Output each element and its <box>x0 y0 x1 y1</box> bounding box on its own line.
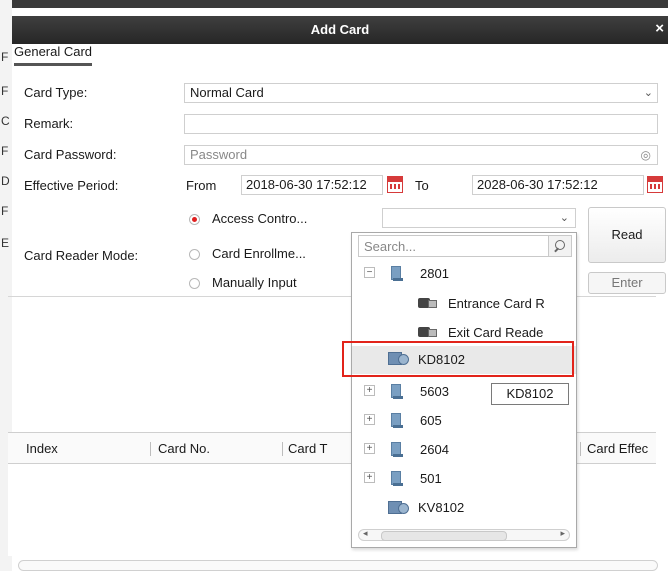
device-icon <box>389 383 403 399</box>
tree-node-501[interactable]: + 501 <box>352 466 576 492</box>
background-text: E <box>1 236 10 250</box>
background-window-bar <box>0 0 668 8</box>
close-icon[interactable]: × <box>655 20 664 37</box>
dialog-title: Add Card <box>310 22 370 37</box>
effective-period-label: Effective Period: <box>24 178 119 193</box>
expand-icon[interactable]: + <box>364 385 375 396</box>
to-date-input[interactable]: 2028-06-30 17:52:12 <box>472 175 644 195</box>
card-type-select[interactable]: Normal Card ⌄ <box>184 83 658 103</box>
tree-node-label: 605 <box>420 413 442 428</box>
device-icon <box>389 441 403 457</box>
tree-node-entrance-card-reader[interactable]: Entrance Card R <box>352 291 576 317</box>
column-card-no[interactable]: Card No. <box>158 441 210 456</box>
search-button[interactable] <box>548 236 571 256</box>
expand-icon[interactable]: + <box>364 414 375 425</box>
calendar-icon[interactable] <box>646 175 664 193</box>
access-controller-icon <box>388 500 409 514</box>
device-select[interactable]: ⌄ <box>382 208 576 228</box>
scrollbar-thumb[interactable] <box>381 531 507 541</box>
radio-access-controller[interactable] <box>189 214 200 225</box>
tree-node-label: 2604 <box>420 442 449 457</box>
device-icon <box>389 470 403 486</box>
tooltip: KD8102 <box>491 383 569 405</box>
option-manually-input[interactable]: Manually Input <box>212 275 297 290</box>
card-reader-icon <box>418 325 437 339</box>
expand-icon[interactable]: + <box>364 472 375 483</box>
scroll-left-icon[interactable]: ◂ <box>363 528 368 539</box>
from-date-input[interactable]: 2018-06-30 17:52:12 <box>241 175 383 195</box>
tree-node-2801[interactable]: − 2801 <box>352 261 576 287</box>
option-access-controller[interactable]: Access Contro... <box>212 211 307 226</box>
background-text: F <box>1 144 9 158</box>
card-type-label: Card Type: <box>24 85 88 100</box>
read-button[interactable]: Read <box>588 207 666 263</box>
column-divider <box>282 442 283 456</box>
background-text: F <box>1 204 9 218</box>
dialog-titlebar[interactable]: Add Card × <box>12 16 668 44</box>
background-text: D <box>1 174 10 188</box>
tree-node-605[interactable]: + 605 <box>352 408 576 434</box>
chevron-down-icon: ⌄ <box>559 212 569 224</box>
table-horizontal-scrollbar[interactable] <box>18 560 658 571</box>
option-card-enrollment[interactable]: Card Enrollme... <box>212 246 306 261</box>
tree-node-2604[interactable]: + 2604 <box>352 437 576 463</box>
background-text: C <box>1 114 10 128</box>
popup-horizontal-scrollbar[interactable]: ◂ ▸ <box>358 528 570 541</box>
tree-node-label: KV8102 <box>418 500 465 515</box>
device-icon <box>389 412 403 428</box>
tree-node-label: 2801 <box>420 266 449 281</box>
column-divider <box>580 442 581 456</box>
calendar-icon[interactable] <box>386 175 404 193</box>
card-type-value: Normal Card <box>190 85 264 100</box>
tree-node-label: 5603 <box>420 384 449 399</box>
column-card-effective[interactable]: Card Effec <box>587 441 648 456</box>
card-reader-mode-label: Card Reader Mode: <box>24 248 139 263</box>
card-password-input[interactable]: Password ◎ <box>184 145 658 165</box>
card-password-label: Card Password: <box>24 147 117 162</box>
eye-hidden-icon[interactable]: ◎ <box>641 146 651 164</box>
enter-button[interactable]: Enter <box>588 272 666 294</box>
tree-node-label: Entrance Card R <box>448 296 545 311</box>
scroll-right-icon[interactable]: ▸ <box>560 528 565 539</box>
selection-highlight-box <box>342 341 574 377</box>
radio-manually-input[interactable] <box>189 278 200 289</box>
expand-icon[interactable]: + <box>364 443 375 454</box>
tree-node-kv8102[interactable]: KV8102 <box>352 495 576 521</box>
card-reader-icon <box>418 296 437 310</box>
background-text: F <box>1 50 9 64</box>
column-index[interactable]: Index <box>26 441 58 456</box>
search-placeholder: Search... <box>364 239 417 254</box>
chevron-down-icon: ⌄ <box>643 87 653 99</box>
tab-general-card[interactable]: General Card <box>14 44 93 66</box>
radio-card-enrollment[interactable] <box>189 249 200 260</box>
device-icon <box>389 265 403 281</box>
to-label: To <box>415 178 429 193</box>
from-label: From <box>186 178 217 193</box>
remark-label: Remark: <box>24 116 74 131</box>
column-divider <box>150 442 151 456</box>
background-text: F <box>1 84 9 98</box>
device-search-input[interactable]: Search... <box>358 235 572 257</box>
tree-node-label: Exit Card Reade <box>448 325 544 340</box>
collapse-icon[interactable]: − <box>364 267 375 278</box>
password-placeholder: Password <box>190 147 248 162</box>
tree-node-label: 501 <box>420 471 442 486</box>
column-card-type[interactable]: Card T <box>288 441 328 456</box>
remark-input[interactable] <box>184 114 658 134</box>
